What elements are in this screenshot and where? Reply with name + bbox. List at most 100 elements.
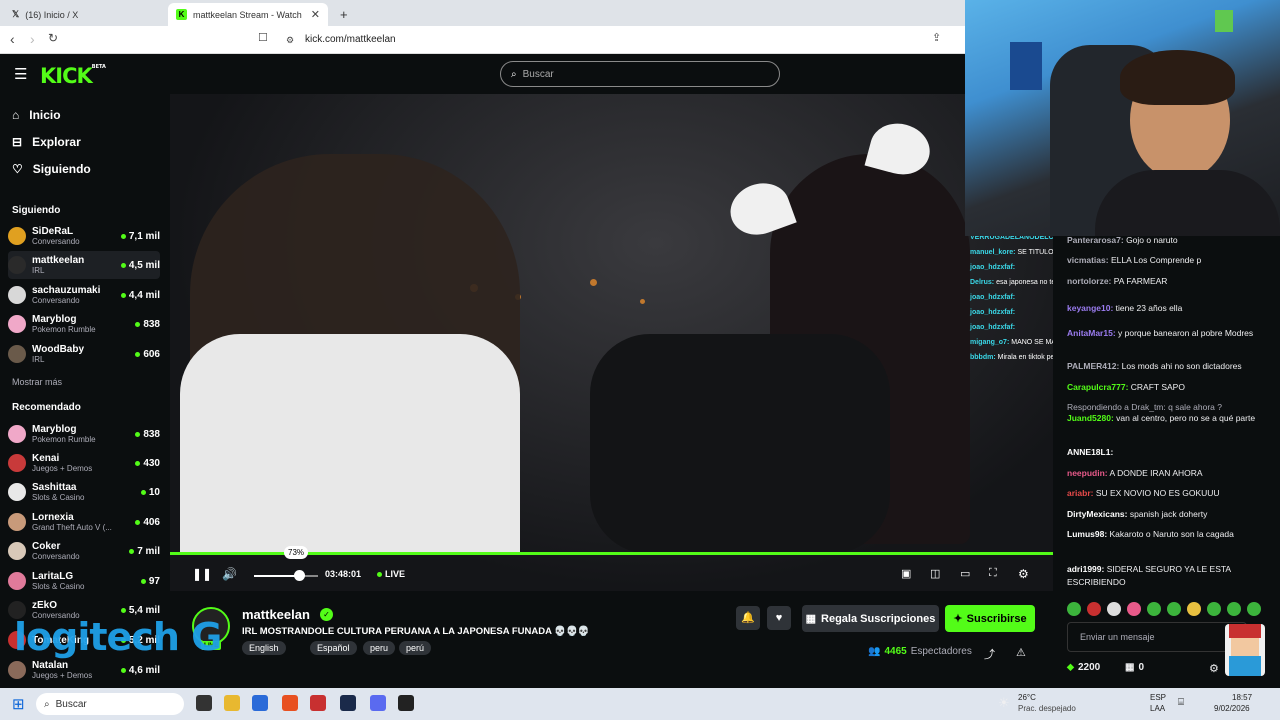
- reload-icon[interactable]: ↻: [48, 31, 58, 45]
- theater-mode-icon[interactable]: ▭: [960, 567, 970, 580]
- windows-start-icon[interactable]: ⊞: [12, 695, 25, 713]
- chat-username[interactable]: vicmatias:: [1067, 255, 1109, 265]
- sidebar-item-inicio[interactable]: ⌂ Inicio: [12, 108, 61, 122]
- channel-points[interactable]: ⬥ 2200: [1067, 662, 1100, 673]
- chat-username[interactable]: ANNE18L1:: [1067, 447, 1113, 457]
- chat-username[interactable]: adri1999:: [1067, 564, 1104, 574]
- discord-icon[interactable]: [370, 695, 386, 711]
- chat-text: van al centro, pero no se a qué parte: [1113, 413, 1256, 423]
- url-field[interactable]: kick.com/mattkeelan: [305, 34, 396, 45]
- show-more-link[interactable]: Mostrar más: [12, 377, 62, 387]
- following-channel[interactable]: sachauzumaki Conversando 4,4 mil: [8, 281, 160, 309]
- chat-username[interactable]: Lumus98:: [1067, 529, 1107, 539]
- chat-username[interactable]: nortolorze:: [1067, 276, 1111, 286]
- recommended-channel[interactable]: Sashittaa Slots & Casino 10: [8, 478, 160, 506]
- tag-peru[interactable]: peru: [363, 641, 396, 655]
- app-icon[interactable]: [310, 695, 326, 711]
- emote-icon[interactable]: [1167, 602, 1181, 616]
- sidebar-item-siguiendo[interactable]: ♡ Siguiendo: [12, 162, 91, 176]
- following-channel[interactable]: WoodBaby IRL 606: [8, 340, 160, 368]
- bookmark-icon[interactable]: ☐: [258, 31, 268, 44]
- tag-espanol[interactable]: Español: [310, 641, 357, 655]
- browser-tab-kick[interactable]: K mattkeelan Stream - Watch L ✕: [168, 3, 328, 26]
- emote-icon[interactable]: [1127, 602, 1141, 616]
- pause-icon[interactable]: ❚❚: [192, 567, 212, 581]
- volume-slider[interactable]: [254, 575, 318, 577]
- emote-icon[interactable]: [1207, 602, 1221, 616]
- emote-icon[interactable]: [1067, 602, 1081, 616]
- emote-icon[interactable]: [1107, 602, 1121, 616]
- recommended-channel[interactable]: Natalan Juegos + Demos 4,6 mil: [8, 656, 160, 684]
- browser-tab-x[interactable]: 𝕏 (16) Inicio / X: [4, 3, 164, 26]
- chat-username[interactable]: ariabr:: [1067, 488, 1093, 498]
- sidebar-item-explorar[interactable]: ⊟ Explorar: [12, 135, 81, 149]
- recommended-channel[interactable]: Lornexia Grand Theft Auto V (... 406: [8, 508, 160, 536]
- chat-input[interactable]: Enviar un mensaje: [1067, 622, 1247, 652]
- menu-icon[interactable]: ☰: [14, 65, 27, 83]
- chat-username[interactable]: AnitaMar15:: [1067, 328, 1116, 338]
- network-icon[interactable]: ⌸: [1178, 697, 1184, 708]
- kick-logo[interactable]: KICKBETA: [40, 64, 106, 88]
- tag-english[interactable]: English: [242, 641, 286, 655]
- volume-icon[interactable]: 🔊: [222, 567, 237, 581]
- settings-icon[interactable]: ⚙: [1018, 567, 1029, 581]
- notification-bell-button[interactable]: 🔔: [736, 606, 760, 630]
- recommended-channel[interactable]: Kenai Juegos + Demos 430: [8, 449, 160, 477]
- emote-icon[interactable]: [1187, 602, 1201, 616]
- overlay-chat-user: joao_hdzxfaf:: [970, 264, 1016, 271]
- taskbar-search[interactable]: ⌕ Buscar: [36, 693, 184, 715]
- chat-username[interactable]: Panterarosa7:: [1067, 235, 1124, 245]
- follow-heart-button[interactable]: ♥: [767, 606, 791, 630]
- recommended-channel[interactable]: LaritaLG Slots & Casino 97: [8, 567, 160, 595]
- chat-settings-icon[interactable]: ⚙: [1209, 662, 1219, 675]
- recommended-channel[interactable]: Coker Conversando 7 mil: [8, 537, 160, 565]
- share-icon[interactable]: ⤴: [984, 646, 995, 662]
- clock-time[interactable]: 18:57: [1232, 693, 1252, 702]
- volume-knob[interactable]: [294, 570, 305, 581]
- chat-username[interactable]: PALMER412:: [1067, 361, 1119, 371]
- chat-username[interactable]: Carapulcra777:: [1067, 382, 1128, 392]
- chat-username[interactable]: DirtyMexicans:: [1067, 509, 1127, 519]
- streamer-name[interactable]: mattkeelan: [242, 607, 310, 622]
- tag-peru-accent[interactable]: perú: [399, 641, 432, 655]
- close-tab-icon[interactable]: ✕: [311, 8, 320, 21]
- following-channel[interactable]: SiDeRaL Conversando 7,1 mil: [8, 222, 160, 250]
- emote-icon[interactable]: [1087, 602, 1101, 616]
- chat-username[interactable]: keyange10:: [1067, 303, 1113, 313]
- gift-subs-button[interactable]: ▦ Regala Suscripciones: [802, 605, 939, 632]
- following-channel[interactable]: mattkeelan IRL 4,5 mil: [8, 251, 160, 279]
- share-icon[interactable]: ⇪: [932, 31, 941, 44]
- subscribe-button[interactable]: ✦ Suscribirse: [945, 605, 1035, 632]
- store-icon[interactable]: [252, 695, 268, 711]
- clock-date[interactable]: 9/02/2026: [1214, 704, 1250, 713]
- new-tab-button[interactable]: +: [332, 3, 352, 26]
- search-input[interactable]: ⌕ Buscar: [500, 61, 780, 87]
- emote-icon[interactable]: [1147, 602, 1161, 616]
- forward-icon[interactable]: ›: [30, 31, 35, 47]
- clip-icon[interactable]: ◫: [930, 567, 940, 580]
- gift-count[interactable]: ▦ 0: [1125, 662, 1144, 673]
- brave-icon[interactable]: [282, 695, 298, 711]
- report-icon[interactable]: ⚠: [1016, 646, 1026, 659]
- steam-icon[interactable]: [340, 695, 356, 711]
- emote-bar: [1067, 602, 1261, 616]
- channel-category: Slots & Casino: [32, 582, 85, 591]
- recommended-channel[interactable]: Maryblog Pokemon Rumble 838: [8, 420, 160, 448]
- emote-icon[interactable]: [1247, 602, 1261, 616]
- fullscreen-icon[interactable]: ⛶: [989, 567, 997, 580]
- site-info-icon[interactable]: ⚙: [286, 35, 294, 46]
- overlay-chat-user: joao_hdzxfaf:: [970, 324, 1016, 331]
- back-icon[interactable]: ‹: [10, 31, 15, 47]
- task-view-icon[interactable]: [196, 695, 212, 711]
- chat-username[interactable]: neepudin:: [1067, 468, 1108, 478]
- emote-icon[interactable]: [1227, 602, 1241, 616]
- language-indicator[interactable]: ESP: [1150, 693, 1166, 702]
- file-explorer-icon[interactable]: [224, 695, 240, 711]
- obs-icon[interactable]: [398, 695, 414, 711]
- live-indicator[interactable]: LIVE: [377, 569, 405, 579]
- following-channel[interactable]: Maryblog Pokemon Rumble 838: [8, 310, 160, 338]
- chat-username[interactable]: Juand5280:: [1067, 413, 1114, 423]
- miniplayer-icon[interactable]: ▣: [901, 567, 911, 580]
- video-player[interactable]: VERRUGADELANODELCRAFT: ESA WEBADA?manuel…: [170, 94, 1053, 591]
- chat-message: ariabr: SU EX NOVIO NO ES GOKUUU: [1067, 487, 1272, 500]
